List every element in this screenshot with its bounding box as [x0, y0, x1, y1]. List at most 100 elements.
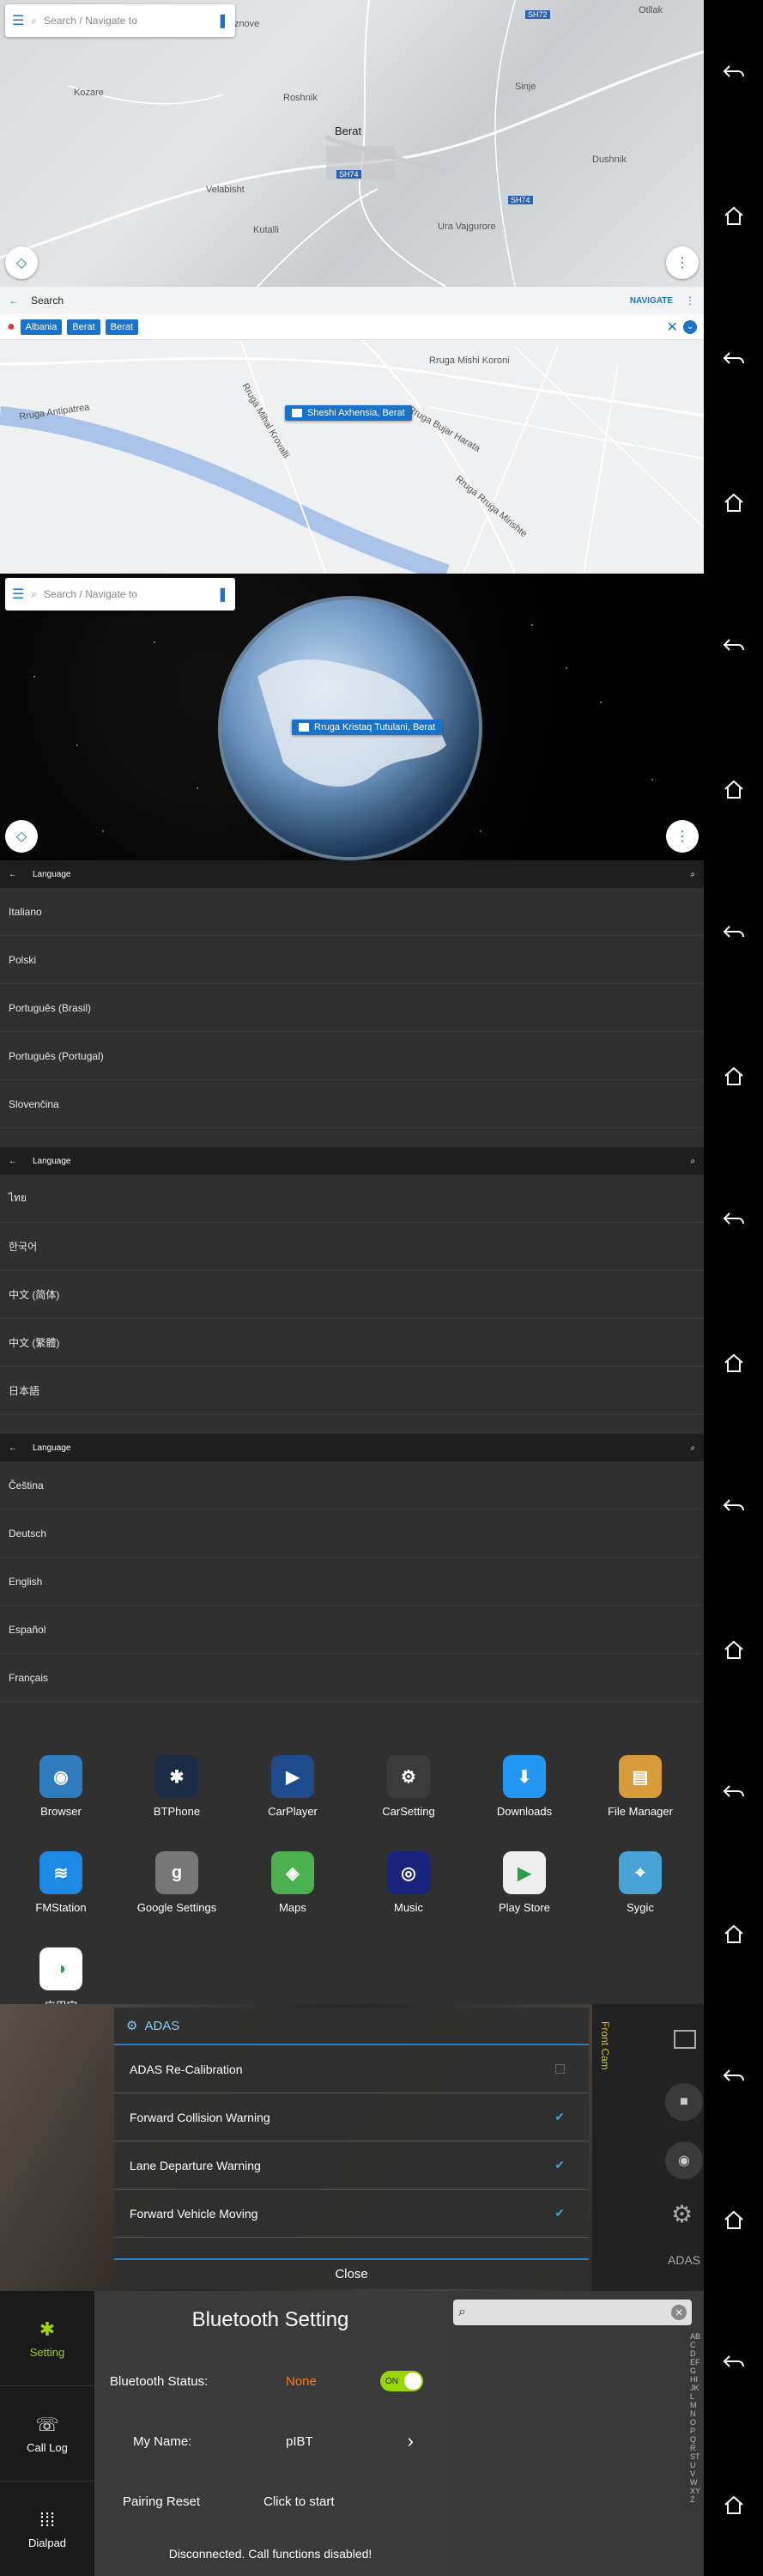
home-icon[interactable]	[717, 485, 751, 519]
language-item[interactable]: 中文 (繁體)	[0, 1319, 704, 1367]
home-icon[interactable]	[717, 198, 751, 233]
language-item[interactable]: Polski	[0, 936, 704, 984]
back-icon[interactable]	[717, 915, 751, 950]
back-icon[interactable]	[717, 1775, 751, 1809]
destination-pin[interactable]: Sheshi Axhensia, Berat	[285, 405, 412, 421]
bookmark-icon[interactable]: ❚	[217, 12, 228, 29]
chip-city[interactable]: Berat	[105, 319, 138, 335]
more-button[interactable]: ⋮	[666, 246, 699, 279]
checkbox[interactable]	[555, 2064, 565, 2074]
home-icon[interactable]	[717, 1346, 751, 1380]
language-item[interactable]: English	[0, 1558, 704, 1606]
record-video-icon[interactable]: ■	[665, 2083, 703, 2121]
camera-icon[interactable]: ◉	[665, 2142, 703, 2179]
app-tile[interactable]: ◎ Music	[357, 1851, 460, 1914]
more-button[interactable]: ⋮	[666, 820, 699, 853]
back-arrow-icon[interactable]: ←	[9, 1443, 17, 1453]
more-icon[interactable]: ⋮	[685, 295, 695, 307]
language-item[interactable]: Français	[0, 1654, 704, 1702]
home-icon[interactable]	[717, 772, 751, 806]
app-tile[interactable]: ◉ Browser	[9, 1755, 112, 1818]
search-icon[interactable]: ⌕	[690, 1443, 695, 1453]
compass-button[interactable]: ◇	[5, 246, 38, 279]
app-tile[interactable]: ⌖ Sygic	[589, 1851, 692, 1914]
settings-gear-icon[interactable]: ⚙	[671, 2200, 693, 2228]
tab-setting[interactable]: ✱ Setting	[0, 2291, 94, 2386]
bt-name-row[interactable]: My Name: pIBT ›	[94, 2411, 446, 2471]
menu-icon[interactable]: ☰	[12, 586, 24, 603]
clear-icon[interactable]: ✕	[667, 319, 678, 336]
adas-option-row[interactable]: Lane Departure Warning ✔	[114, 2142, 589, 2190]
home-icon[interactable]	[717, 1059, 751, 1093]
language-item[interactable]: Čeština	[0, 1461, 704, 1510]
app-tile[interactable]: ▶ CarPlayer	[241, 1755, 344, 1818]
back-icon[interactable]	[717, 55, 751, 89]
home-icon[interactable]	[717, 2202, 751, 2237]
search-title[interactable]: Search	[31, 295, 618, 307]
app-tile[interactable]: g Google Settings	[125, 1851, 228, 1914]
tab-dialpad[interactable]: ⁞⁞⁞ Dialpad	[0, 2482, 94, 2576]
app-label: Google Settings	[136, 1901, 217, 1914]
back-icon[interactable]	[717, 1489, 751, 1523]
search-bar[interactable]: ☰ ⌕ Search / Navigate to ❚	[5, 578, 235, 611]
close-button[interactable]: Close	[114, 2258, 589, 2289]
back-icon[interactable]	[717, 342, 751, 376]
home-icon[interactable]	[717, 1632, 751, 1667]
back-arrow-icon[interactable]: ←	[9, 870, 17, 879]
menu-icon[interactable]: ☰	[12, 12, 24, 29]
home-icon[interactable]	[717, 1917, 751, 1951]
adas-option-row[interactable]: ADAS Re-Calibration	[114, 2045, 589, 2093]
app-tile[interactable]: ⚙ CarSetting	[357, 1755, 460, 1818]
app-tile[interactable]: ✱ BTPhone	[125, 1755, 228, 1818]
contact-search-input[interactable]: ⌕ ✕	[453, 2300, 692, 2325]
language-item[interactable]: 日本語	[0, 1367, 704, 1415]
bt-reset-row[interactable]: Pairing Reset Click to start	[94, 2471, 446, 2531]
language-item[interactable]: Deutsch	[0, 1510, 704, 1558]
checkmark-icon[interactable]: ✔	[554, 2110, 565, 2124]
app-tile[interactable]: ◑ 应用宝	[9, 1947, 112, 2004]
back-icon[interactable]	[717, 2059, 751, 2093]
home-icon[interactable]	[717, 2488, 751, 2522]
app-tile[interactable]: ▶ Play Store	[473, 1851, 576, 1914]
chip-country[interactable]: Albania	[20, 319, 63, 335]
tab-call-log[interactable]: ☏ Call Log	[0, 2386, 94, 2482]
language-item[interactable]: Português (Portugal)	[0, 1032, 704, 1080]
expand-icon[interactable]: ⌄	[683, 319, 697, 334]
search-bar[interactable]: ☰ ⌕ Search / Navigate to ❚	[5, 4, 235, 37]
back-icon[interactable]	[717, 2345, 751, 2379]
chevron-right-icon[interactable]: ›	[408, 2430, 431, 2452]
language-item[interactable]: Español	[0, 1606, 704, 1654]
bluetooth-toggle[interactable]: ON	[380, 2371, 423, 2391]
language-item[interactable]: 中文 (简体)	[0, 1271, 704, 1319]
app-tile[interactable]: ◈ Maps	[241, 1851, 344, 1914]
app-tile[interactable]: ⬇ Downloads	[473, 1755, 576, 1818]
language-item[interactable]: Português (Brasil)	[0, 984, 704, 1032]
back-arrow-icon[interactable]: ←	[9, 295, 19, 307]
checkmark-icon[interactable]: ✔	[554, 2158, 565, 2172]
search-icon[interactable]: ⌕	[690, 1157, 695, 1166]
gallery-icon[interactable]	[674, 2030, 696, 2049]
bookmark-icon[interactable]: ❚	[217, 586, 228, 603]
language-item[interactable]: ไทย	[0, 1175, 704, 1223]
app-tile[interactable]: ≋ FMStation	[9, 1851, 112, 1914]
clear-icon[interactable]: ✕	[671, 2305, 687, 2320]
language-item[interactable]: 한국어	[0, 1223, 704, 1271]
app-tile[interactable]: ▤ File Manager	[589, 1755, 692, 1818]
back-icon[interactable]	[717, 1202, 751, 1236]
search-input[interactable]: Search / Navigate to	[44, 15, 210, 27]
adas-option-row[interactable]: Forward Vehicle Moving ✔	[114, 2190, 589, 2238]
back-icon[interactable]	[717, 629, 751, 663]
checkmark-icon[interactable]: ✔	[554, 2206, 565, 2221]
chip-region[interactable]: Berat	[67, 319, 100, 335]
compass-button[interactable]: ◇	[5, 820, 38, 853]
back-arrow-icon[interactable]: ←	[9, 1157, 17, 1166]
adas-option-row[interactable]: Forward Collision Warning ✔	[114, 2093, 589, 2142]
search-icon[interactable]: ⌕	[690, 870, 695, 879]
reset-action[interactable]: Click to start	[263, 2494, 335, 2509]
search-input[interactable]: Search / Navigate to	[44, 588, 210, 600]
language-item[interactable]: Italiano	[0, 888, 704, 936]
language-item[interactable]: Slovenčina	[0, 1080, 704, 1128]
navigate-button[interactable]: NAVIGATE	[630, 296, 673, 306]
alphabet-index[interactable]: ABCDEFGHIJKLMNOPQRSTUVWXYZ	[690, 2332, 700, 2504]
destination-pin[interactable]: Rruga Kristaq Tutulani, Berat	[292, 720, 443, 735]
